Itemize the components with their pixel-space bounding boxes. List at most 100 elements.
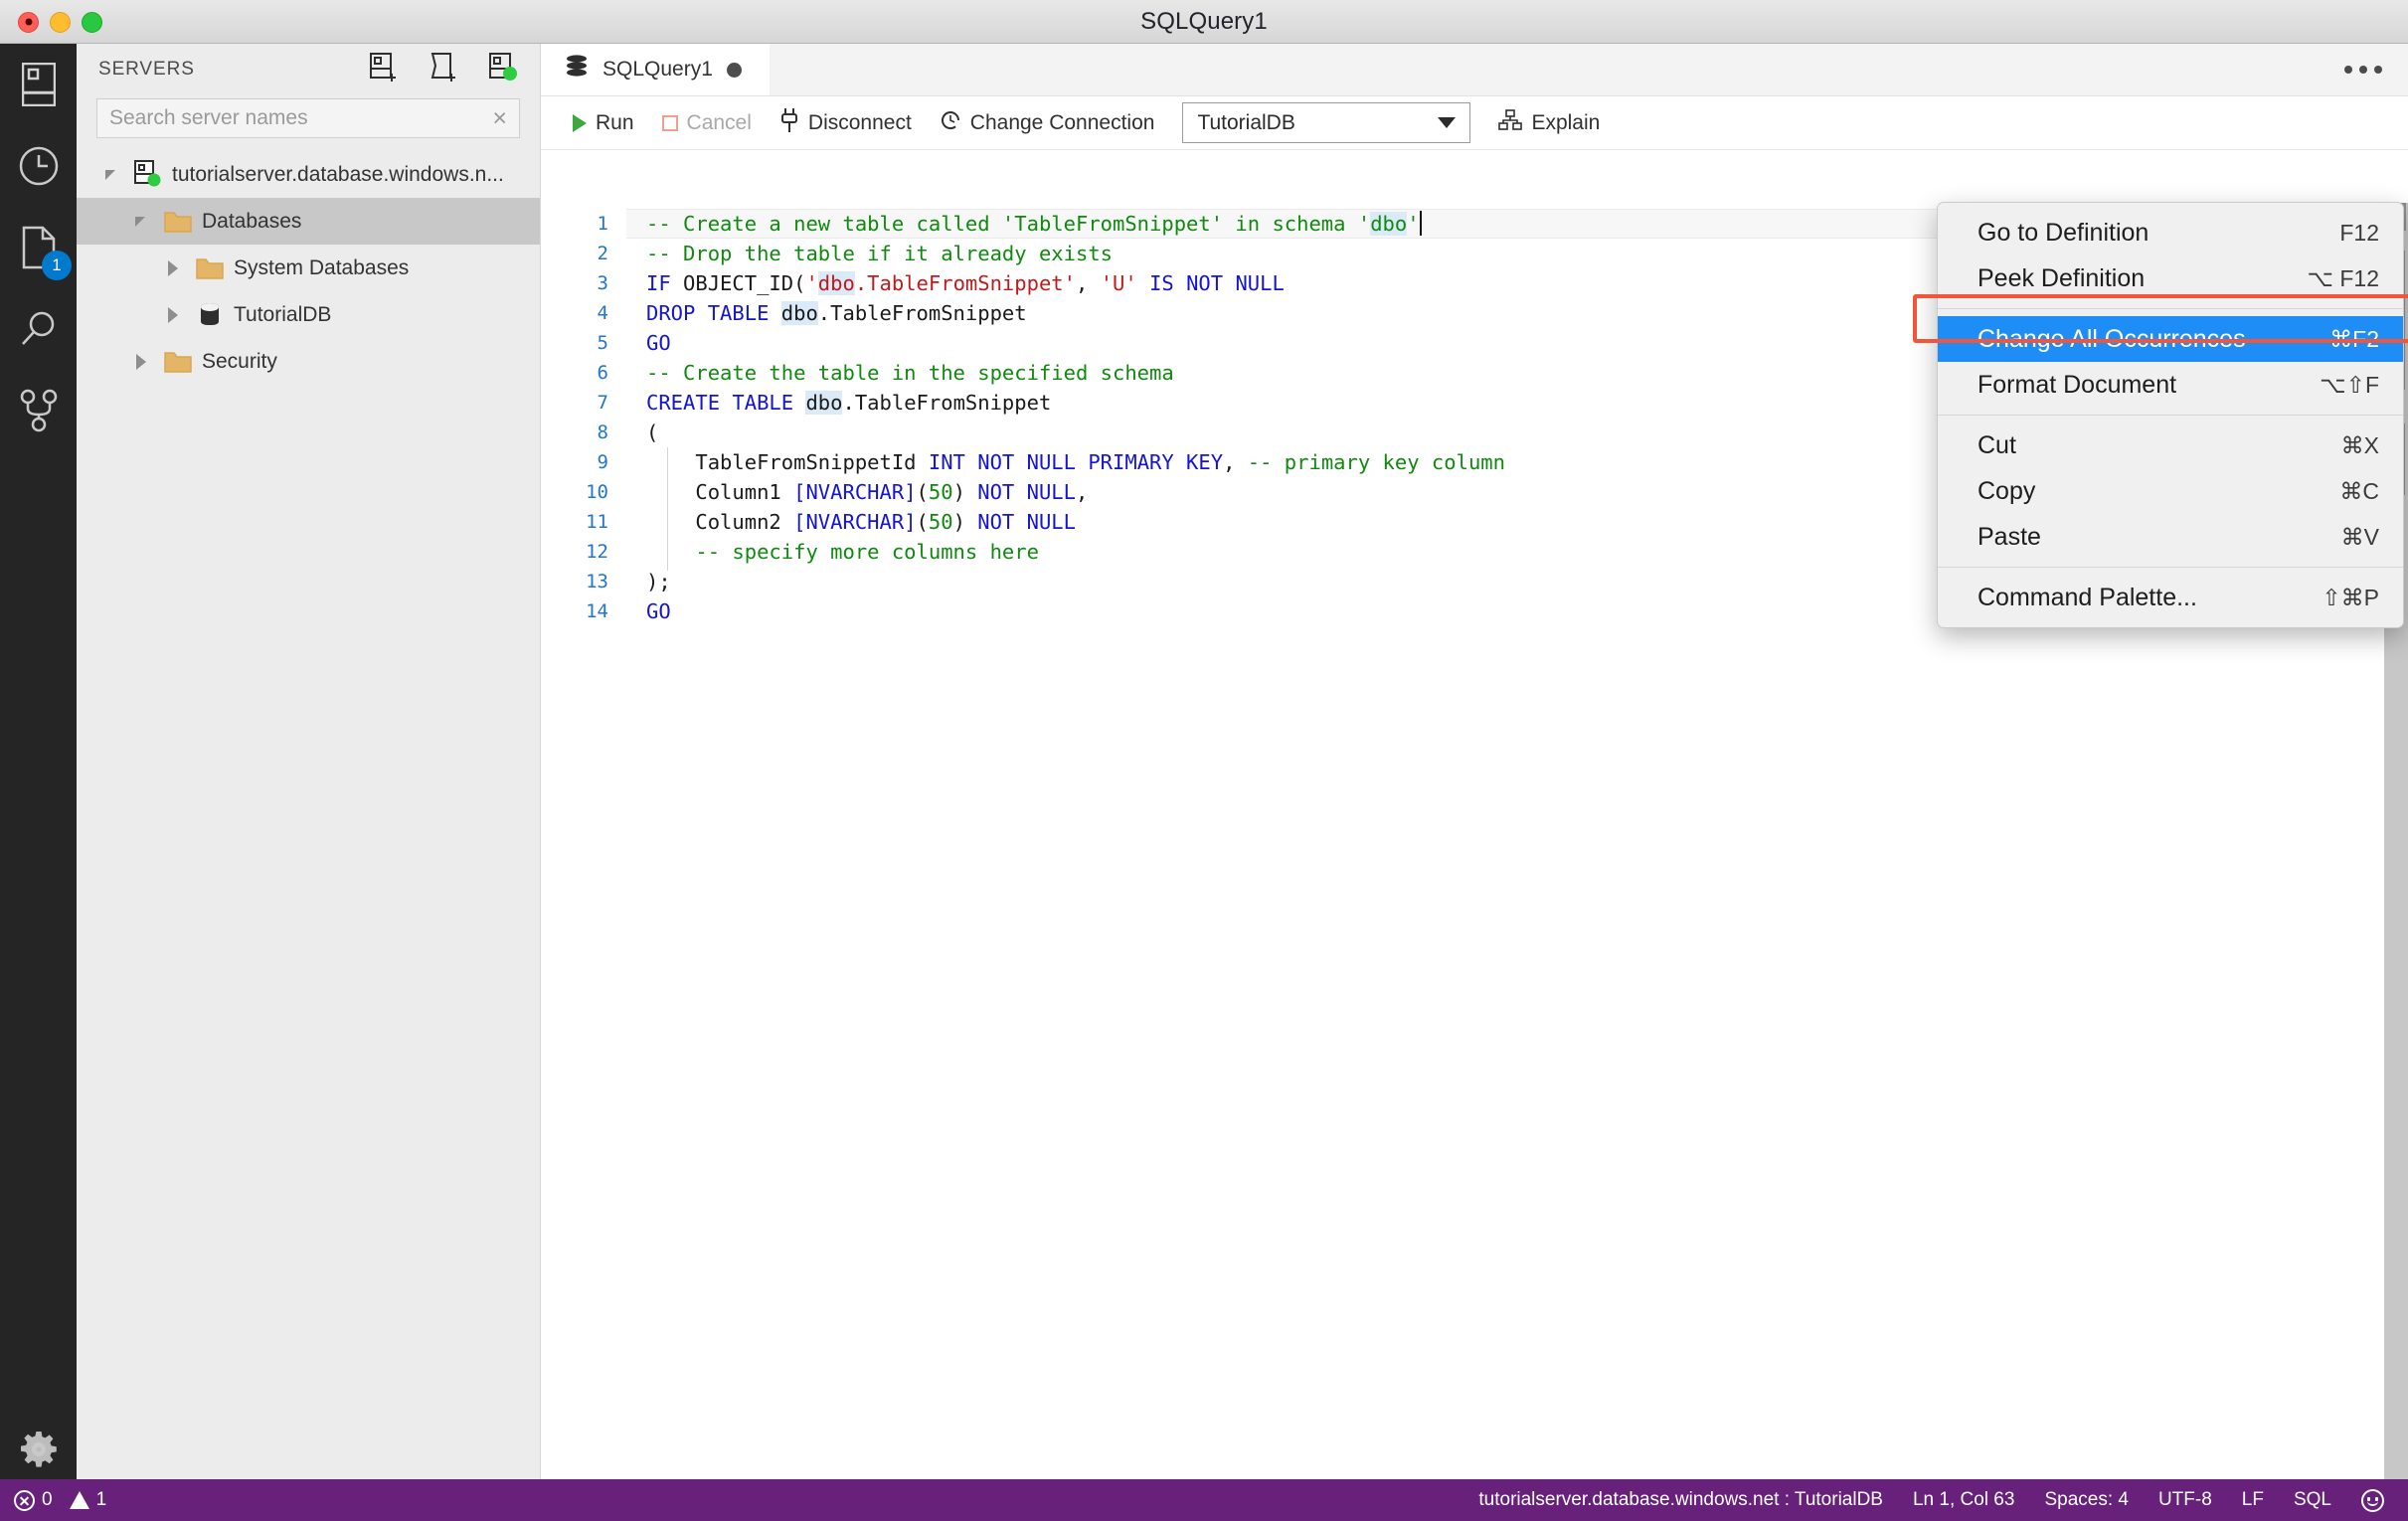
language-mode-status[interactable]: SQL [2294, 1489, 2331, 1511]
code-token: CREATE TABLE [646, 391, 794, 415]
encoding-status[interactable]: UTF-8 [2158, 1489, 2212, 1511]
tab-label: SQLQuery1 [602, 58, 713, 81]
menu-separator [1938, 308, 2403, 309]
code-text[interactable]: -- Create a new table called 'TableFromS… [626, 209, 1422, 239]
cursor-position[interactable]: Ln 1, Col 63 [1913, 1489, 2014, 1511]
change-connection-button[interactable]: Change Connection [926, 101, 1169, 145]
warning-count: 1 [95, 1489, 107, 1510]
activity-item-servers[interactable] [0, 44, 77, 125]
new-connection-icon[interactable] [369, 52, 399, 88]
feedback-smiley-icon[interactable] [2361, 1488, 2384, 1512]
tree-item-label: TutorialDB [234, 302, 332, 326]
code-text[interactable]: TableFromSnippetId INT NOT NULL PRIMARY … [626, 447, 1505, 477]
code-text[interactable]: -- specify more columns here [626, 537, 1039, 567]
code-token: OBJECT_ID( [670, 271, 806, 295]
run-button[interactable]: Run [559, 101, 648, 145]
minimize-button[interactable] [50, 11, 71, 33]
database-select[interactable]: TutorialDB [1182, 102, 1471, 143]
code-text[interactable]: GO [626, 328, 671, 358]
menu-item-peek-definition[interactable]: Peek Definition ⌥ F12 [1938, 255, 2403, 301]
line-number: 6 [597, 362, 608, 384]
menu-item-change-all-occurrences[interactable]: Change All Occurrences ⌘F2 [1938, 316, 2403, 362]
code-token: ' [805, 271, 818, 295]
code-text[interactable]: Column2 [NVARCHAR](50) NOT NULL [626, 507, 1076, 537]
server-search-box[interactable]: × [96, 98, 520, 138]
menu-item-command-palette[interactable]: Command Palette... ⇧⌘P [1938, 575, 2403, 620]
code-token: -- Create a new table called 'TableFromS… [646, 212, 1371, 236]
code-token: ) [952, 510, 978, 534]
code-text[interactable]: DROP TABLE dbo.TableFromSnippet [626, 298, 1027, 328]
line-number: 1 [597, 213, 608, 235]
window-title-bar: SQLQuery1 [0, 0, 2408, 44]
chevron-down-icon[interactable] [124, 213, 158, 231]
line-number: 12 [586, 541, 608, 563]
code-text[interactable]: GO [626, 596, 671, 626]
code-text[interactable]: -- Drop the table if it already exists [626, 239, 1113, 268]
occurrence-highlight: dbo [805, 391, 843, 415]
code-text[interactable]: -- Create the table in the specified sch… [626, 358, 1174, 388]
code-token: ' [1407, 212, 1420, 236]
error-icon [14, 1489, 35, 1511]
code-token: GO [646, 599, 671, 623]
database-icon [565, 54, 589, 85]
code-token: ( [646, 421, 659, 444]
editor-actions [2344, 44, 2408, 95]
code-text[interactable]: ); [626, 567, 671, 596]
tree-item-security[interactable]: Security [77, 338, 540, 385]
clear-search-icon[interactable]: × [486, 105, 507, 131]
problems-status[interactable]: 0 1 [14, 1489, 106, 1511]
search-input[interactable] [109, 106, 487, 130]
activity-item-history[interactable] [0, 125, 77, 207]
close-button[interactable] [18, 11, 39, 33]
chevron-right-icon[interactable] [124, 353, 158, 370]
activity-item-source-control[interactable] [0, 370, 77, 451]
editor-context-menu[interactable]: Go to Definition F12 Peek Definition ⌥ F12 C… [1937, 202, 2404, 628]
code-token: -- Drop the table if it already exists [646, 242, 1113, 265]
plug-icon [779, 107, 799, 139]
tree-item-system-databases[interactable]: System Databases [77, 245, 540, 291]
code-token: 50 [928, 480, 953, 504]
folder-icon [190, 255, 230, 281]
code-text[interactable]: Column1 [NVARCHAR](50) NOT NULL, [626, 477, 1088, 507]
new-server-group-icon[interactable] [488, 52, 518, 88]
eol-status[interactable]: LF [2242, 1489, 2264, 1511]
activity-item-open-editors[interactable]: 1 [0, 207, 77, 288]
menu-item-paste[interactable]: Paste ⌘V [1938, 514, 2403, 560]
chevron-right-icon[interactable] [156, 306, 190, 323]
new-query-icon[interactable] [429, 52, 458, 88]
menu-item-go-to-definition[interactable]: Go to Definition F12 [1938, 210, 2403, 255]
status-bar: 0 1 tutorialserver.database.windows.net … [0, 1479, 2408, 1521]
menu-item-copy[interactable]: Copy ⌘C [1938, 468, 2403, 514]
code-token: ( [916, 510, 929, 534]
explain-button[interactable]: Explain [1484, 101, 1614, 145]
server-connected-icon [128, 159, 168, 190]
tree-item-server[interactable]: tutorialserver.database.windows.n... [77, 151, 540, 198]
code-token: Column2 [646, 510, 794, 534]
tab-dirty-indicator[interactable] [726, 62, 742, 78]
cancel-button[interactable]: Cancel [648, 101, 766, 145]
code-text[interactable]: ( [626, 418, 658, 447]
code-token: ); [646, 570, 671, 593]
code-text[interactable]: IF OBJECT_ID('dbo.TableFromSnippet', 'U'… [626, 268, 1285, 298]
connection-status[interactable]: tutorialserver.database.windows.net : Tu… [1478, 1489, 1883, 1511]
chevron-right-icon[interactable] [156, 259, 190, 276]
menu-item-cut[interactable]: Cut ⌘X [1938, 422, 2403, 468]
tab-sqlquery1[interactable]: SQLQuery1 [541, 44, 770, 95]
activity-item-search[interactable] [0, 288, 77, 370]
chevron-down-icon[interactable] [94, 166, 128, 184]
tree-item-tutorialdb[interactable]: TutorialDB [77, 291, 540, 338]
tree-item-databases[interactable]: Databases [77, 198, 540, 245]
explain-plan-icon [1498, 108, 1523, 137]
open-editors-badge: 1 [42, 251, 72, 280]
line-number: 2 [597, 243, 608, 264]
window-title: SQLQuery1 [1140, 7, 1268, 35]
code-token: .TableFromSnippet [842, 391, 1052, 415]
chevron-down-icon [1438, 117, 1457, 128]
indentation-status[interactable]: Spaces: 4 [2044, 1489, 2129, 1511]
menu-item-format-document[interactable]: Format Document ⌥⇧F [1938, 362, 2403, 408]
code-text[interactable]: CREATE TABLE dbo.TableFromSnippet [626, 388, 1051, 418]
zoom-button[interactable] [82, 11, 102, 33]
disconnect-button[interactable]: Disconnect [766, 101, 926, 145]
editor-more-actions-icon[interactable] [2344, 66, 2382, 74]
tab-bar: SQLQuery1 [541, 44, 2408, 96]
